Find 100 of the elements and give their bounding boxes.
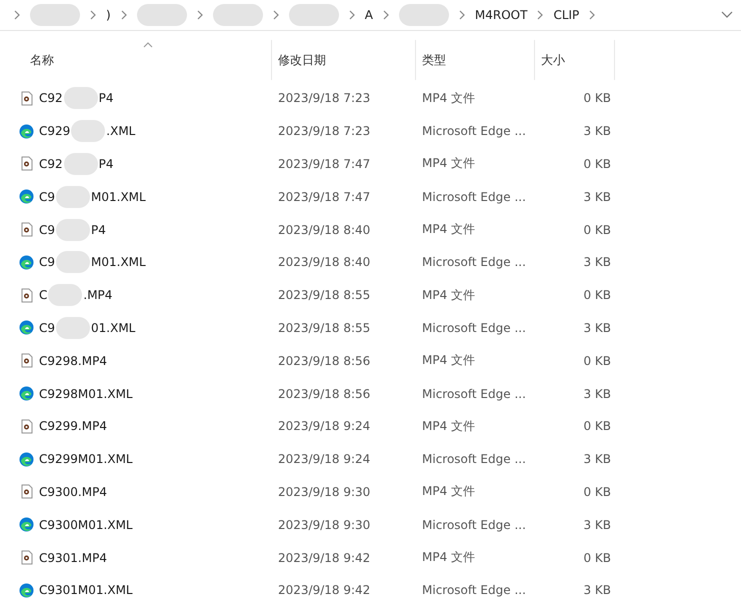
- file-type: MP4 文件: [421, 483, 476, 500]
- file-type: MP4 文件: [421, 90, 476, 107]
- video-file-icon: [19, 288, 34, 303]
- blur-patch: [212, 4, 263, 26]
- column-header[interactable]: 大小: [535, 40, 615, 80]
- modified-date: 2023/9/18 8:55: [277, 288, 372, 302]
- file-name[interactable]: C9298.MP4: [39, 354, 107, 368]
- blur-patch: [398, 4, 449, 26]
- modified-date: 2023/9/18 9:24: [277, 452, 372, 466]
- blur-patch: [288, 4, 339, 26]
- file-size: 0 KB: [582, 354, 612, 368]
- blur-patch: [30, 4, 80, 26]
- file-size: 3 KB: [582, 452, 612, 466]
- file-type: MP4 文件: [421, 418, 476, 435]
- breadcrumb-item[interactable]: M4ROOT: [474, 8, 528, 22]
- modified-date: 2023/9/18 9:24: [277, 419, 372, 434]
- file-type: Microsoft Edge ...: [421, 190, 527, 204]
- modified-date: 2023/9/18 7:47: [277, 190, 372, 204]
- modified-date: 2023/9/18 8:56: [277, 354, 372, 368]
- chevron-icon: [196, 10, 204, 20]
- video-file-icon: [19, 484, 34, 500]
- edge-browser-icon: [19, 582, 34, 598]
- file-size: 3 KB: [582, 124, 612, 138]
- modified-date: 2023/9/18 9:42: [277, 550, 372, 565]
- modified-date: 2023/9/18 9:42: [277, 583, 372, 598]
- breadcrumb-item[interactable]: A: [364, 8, 373, 22]
- edge-browser-icon: [19, 320, 34, 336]
- file-type: Microsoft Edge ...: [421, 518, 527, 532]
- file-name[interactable]: C9299M01.XML: [39, 452, 133, 466]
- edge-browser-icon: [19, 124, 34, 139]
- column-header[interactable]: 修改日期: [272, 40, 416, 80]
- file-type: Microsoft Edge ...: [421, 320, 527, 335]
- video-file-icon: [19, 90, 34, 106]
- modified-date: 2023/9/18 8:55: [277, 320, 372, 335]
- chevron-icon: [458, 10, 466, 20]
- chevron-icon: [348, 10, 356, 20]
- modified-date: 2023/9/18 7:23: [277, 124, 372, 138]
- file-size: 3 KB: [582, 518, 612, 532]
- file-type: Microsoft Edge ...: [421, 255, 527, 270]
- video-file-icon: [19, 550, 34, 566]
- file-name[interactable]: C9301.MP4: [39, 550, 107, 565]
- file-size: 3 KB: [582, 255, 612, 270]
- file-name[interactable]: C929 .XML: [39, 120, 136, 142]
- dropdown-chevron-icon[interactable]: [721, 11, 733, 19]
- file-size: 0 KB: [582, 419, 612, 434]
- edge-browser-icon: [19, 386, 34, 402]
- file-type: Microsoft Edge ...: [421, 386, 527, 401]
- modified-date: 2023/9/18 7:47: [277, 156, 372, 171]
- modified-date: 2023/9/18 8:40: [277, 222, 372, 237]
- file-name[interactable]: C9300M01.XML: [39, 518, 133, 532]
- file-size: 0 KB: [582, 550, 612, 565]
- modified-date: 2023/9/18 9:30: [277, 518, 372, 532]
- edge-browser-icon: [19, 189, 34, 204]
- modified-date: 2023/9/18 8:56: [277, 386, 372, 401]
- file-size: 3 KB: [582, 386, 612, 401]
- modified-date: 2023/9/18 9:30: [277, 484, 372, 499]
- column-header[interactable]: 类型: [416, 40, 535, 80]
- file-name[interactable]: C92 P4: [39, 152, 114, 175]
- file-type: MP4 文件: [421, 549, 476, 566]
- file-name[interactable]: C9 01.XML: [39, 316, 136, 339]
- file-name[interactable]: C9298M01.XML: [39, 386, 133, 401]
- file-name[interactable]: C9300.MP4: [39, 484, 107, 499]
- file-size: 0 KB: [582, 222, 612, 237]
- video-file-icon: [19, 418, 34, 434]
- chevron-icon: [120, 10, 128, 20]
- column-header[interactable]: 名称: [0, 40, 272, 80]
- file-size: 0 KB: [582, 91, 612, 106]
- video-file-icon: [19, 222, 34, 238]
- breadcrumb-item[interactable]: CLIP: [553, 8, 580, 22]
- file-size: 3 KB: [582, 320, 612, 335]
- file-type: Microsoft Edge ...: [421, 124, 527, 138]
- edge-browser-icon: [19, 452, 34, 467]
- file-size: 0 KB: [582, 156, 612, 171]
- file-type: MP4 文件: [421, 352, 476, 370]
- file-type: MP4 文件: [421, 286, 476, 304]
- modified-date: 2023/9/18 8:40: [277, 255, 372, 270]
- chevron-icon: [13, 10, 21, 20]
- video-file-icon: [19, 156, 34, 172]
- edge-browser-icon: [19, 517, 34, 532]
- edge-browser-icon: [19, 254, 34, 270]
- file-name[interactable]: C .MP4: [39, 284, 112, 306]
- file-size: 0 KB: [582, 484, 612, 499]
- file-name[interactable]: C9 M01.XML: [39, 186, 146, 208]
- file-name[interactable]: C9 M01.XML: [39, 251, 146, 274]
- file-name[interactable]: C9301M01.XML: [39, 583, 133, 598]
- chevron-icon: [382, 10, 390, 20]
- file-type: MP4 文件: [421, 155, 476, 172]
- modified-date: 2023/9/18 7:23: [277, 91, 372, 106]
- chevron-icon: [588, 10, 596, 20]
- chevron-icon: [89, 10, 97, 20]
- file-size: 3 KB: [582, 583, 612, 598]
- file-type: MP4 文件: [421, 221, 476, 238]
- file-name[interactable]: C9299.MP4: [39, 419, 107, 434]
- chevron-icon: [272, 10, 280, 20]
- file-name[interactable]: C92 P4: [39, 87, 114, 110]
- breadcrumb-item[interactable]: ): [106, 8, 111, 22]
- video-file-icon: [19, 353, 34, 368]
- blur-patch: [136, 4, 187, 26]
- file-type: Microsoft Edge ...: [421, 452, 527, 466]
- file-type: Microsoft Edge ...: [421, 583, 527, 598]
